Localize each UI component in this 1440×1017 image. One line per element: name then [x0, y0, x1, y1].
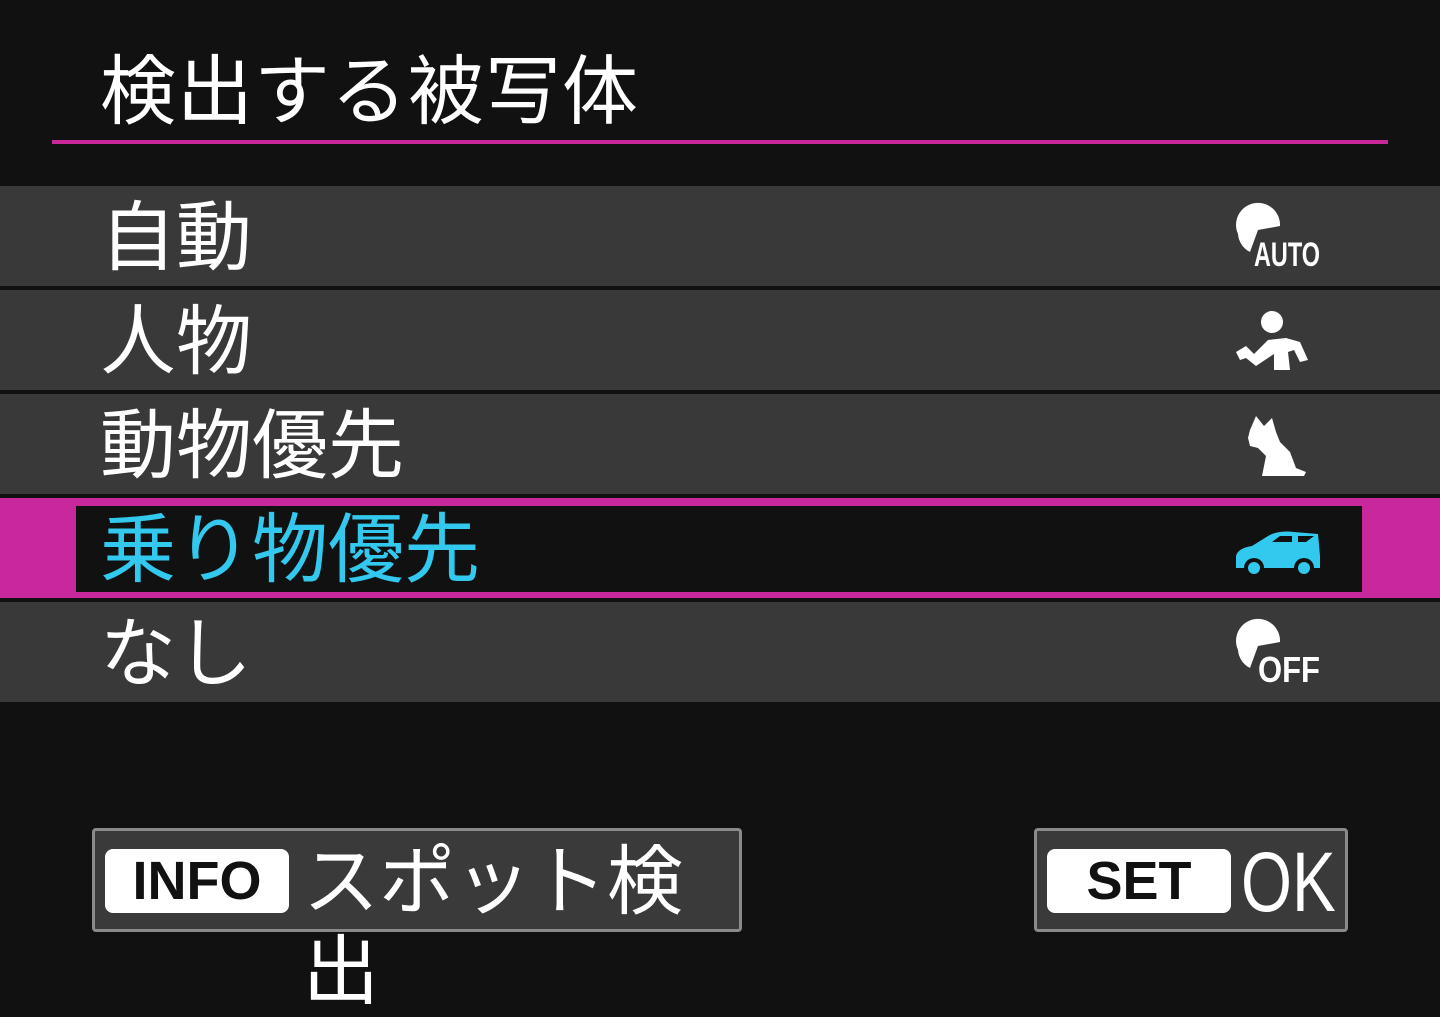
off-subject-icon: OFF	[1228, 616, 1328, 688]
menu-item-label: 乗り物優先	[100, 505, 480, 594]
auto-icon-text: AUTO	[1254, 236, 1320, 272]
ok-button[interactable]: SET OK	[1034, 828, 1348, 932]
ok-label: OK	[1241, 835, 1336, 929]
vehicle-icon	[1228, 512, 1328, 584]
subject-menu: 自動 AUTO 人物 動物優先 乗り物優先 なし OFF	[0, 186, 1440, 706]
animal-icon	[1228, 408, 1328, 480]
menu-item-auto[interactable]: 自動 AUTO	[0, 186, 1440, 286]
title-divider	[52, 140, 1388, 144]
menu-item-label: なし	[100, 609, 252, 698]
page-title: 検出する被写体	[100, 47, 639, 136]
set-key-badge: SET	[1047, 849, 1231, 913]
menu-item-label: 人物	[100, 297, 252, 386]
menu-item-label: 動物優先	[100, 401, 404, 490]
menu-item-animal[interactable]: 動物優先	[0, 394, 1440, 494]
menu-item-vehicle[interactable]: 乗り物優先	[0, 498, 1440, 598]
off-icon-text: OFF	[1258, 649, 1320, 688]
menu-item-label: 自動	[100, 193, 252, 282]
spot-detect-label: スポット検出	[303, 837, 683, 1016]
info-key-badge: INFO	[105, 849, 289, 913]
menu-item-person[interactable]: 人物	[0, 290, 1440, 390]
menu-item-none[interactable]: なし OFF	[0, 602, 1440, 702]
spot-detect-button[interactable]: INFO スポット検出	[92, 828, 742, 1016]
auto-subject-icon: AUTO	[1228, 200, 1328, 272]
person-icon	[1228, 304, 1328, 376]
